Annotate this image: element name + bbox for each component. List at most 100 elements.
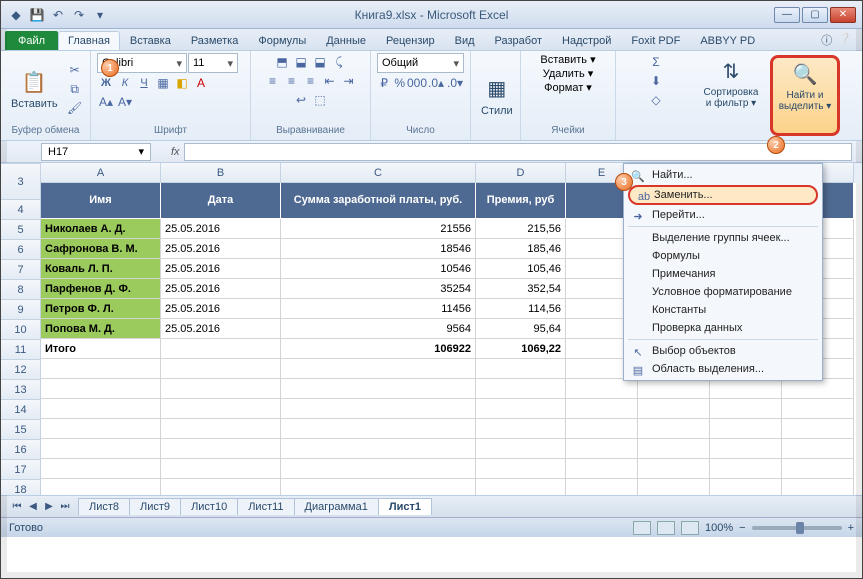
comma-icon[interactable]: 000: [408, 74, 426, 92]
cell[interactable]: [281, 419, 476, 439]
cell[interactable]: [281, 459, 476, 479]
cell[interactable]: 35254: [281, 279, 476, 299]
row-header[interactable]: 18: [1, 480, 41, 495]
cell[interactable]: [782, 439, 854, 459]
align-right-icon[interactable]: ≡: [302, 72, 320, 90]
name-box[interactable]: H17▾: [41, 143, 151, 161]
orientation-icon[interactable]: ⤹: [330, 53, 348, 71]
cell[interactable]: 10546: [281, 259, 476, 279]
view-break-button[interactable]: [681, 521, 699, 535]
cell[interactable]: 114,56: [476, 299, 566, 319]
sheet-nav-button[interactable]: ⏭: [57, 499, 73, 515]
cell[interactable]: [161, 379, 281, 399]
cell[interactable]: [638, 419, 710, 439]
tab-home[interactable]: Главная: [58, 31, 120, 50]
font-color-icon[interactable]: A: [192, 74, 210, 92]
cells-format-button[interactable]: Формат ▾: [544, 81, 592, 94]
zoom-in-button[interactable]: +: [848, 522, 854, 534]
format-painter-icon[interactable]: 🖌: [66, 99, 84, 117]
cell[interactable]: [710, 419, 782, 439]
sheet-nav-button[interactable]: ◀: [25, 499, 41, 515]
col-header-D[interactable]: D: [476, 163, 566, 183]
redo-icon[interactable]: ↷: [70, 6, 88, 24]
cell[interactable]: Сафронова В. М.: [41, 239, 161, 259]
indent-inc-icon[interactable]: ⇥: [340, 72, 358, 90]
row-header[interactable]: 12: [1, 360, 41, 380]
cell[interactable]: [161, 359, 281, 379]
fill-icon[interactable]: ⬇: [647, 72, 665, 90]
zoom-slider[interactable]: [752, 526, 842, 530]
cell[interactable]: Итого: [41, 339, 161, 359]
cell[interactable]: Попова М. Д.: [41, 319, 161, 339]
zoom-out-button[interactable]: −: [739, 522, 745, 534]
cell[interactable]: [566, 399, 638, 419]
percent-icon[interactable]: %: [393, 74, 408, 92]
cut-icon[interactable]: ✂: [66, 61, 84, 79]
indent-dec-icon[interactable]: ⇤: [321, 72, 339, 90]
menu-comments[interactable]: Примечания: [624, 265, 822, 283]
cell[interactable]: Имя: [41, 183, 161, 219]
sheet-nav-button[interactable]: ▶: [41, 499, 57, 515]
cell[interactable]: [161, 419, 281, 439]
cell[interactable]: [638, 479, 710, 495]
tab-data[interactable]: Данные: [316, 31, 376, 50]
cell[interactable]: [41, 359, 161, 379]
cell[interactable]: Петров Ф. Л.: [41, 299, 161, 319]
row-header[interactable]: 7: [1, 260, 41, 280]
cell[interactable]: Николаев А. Д.: [41, 219, 161, 239]
tab-review[interactable]: Рецензир: [376, 31, 445, 50]
row-header[interactable]: 8: [1, 280, 41, 300]
cell[interactable]: 25.05.2016: [161, 219, 281, 239]
cell[interactable]: 352,54: [476, 279, 566, 299]
align-top-icon[interactable]: ⬒: [273, 53, 291, 71]
menu-constants[interactable]: Константы: [624, 301, 822, 319]
cell[interactable]: [638, 379, 710, 399]
tab-foxit[interactable]: Foxit PDF: [621, 31, 690, 50]
inc-decimal-icon[interactable]: .0▴: [427, 74, 445, 92]
tab-file[interactable]: Файл: [5, 31, 58, 50]
row-header[interactable]: 16: [1, 440, 41, 460]
menu-selection-pane[interactable]: ▤Область выделения...: [624, 360, 822, 378]
cell[interactable]: [476, 359, 566, 379]
cell[interactable]: [41, 439, 161, 459]
tab-insert[interactable]: Вставка: [120, 31, 181, 50]
cell[interactable]: [566, 439, 638, 459]
menu-validation[interactable]: Проверка данных: [624, 319, 822, 337]
col-header-C[interactable]: C: [281, 163, 476, 183]
cell[interactable]: 25.05.2016: [161, 259, 281, 279]
cell[interactable]: Парфенов Д. Ф.: [41, 279, 161, 299]
view-layout-button[interactable]: [657, 521, 675, 535]
cell[interactable]: 105,46: [476, 259, 566, 279]
row-header[interactable]: 10: [1, 320, 41, 340]
align-middle-icon[interactable]: ⬓: [292, 53, 310, 71]
cell[interactable]: Коваль Л. П.: [41, 259, 161, 279]
save-icon[interactable]: 💾: [28, 6, 46, 24]
cells-insert-button[interactable]: Вставить ▾: [540, 53, 595, 66]
cell[interactable]: [281, 379, 476, 399]
cell[interactable]: 25.05.2016: [161, 299, 281, 319]
row-header[interactable]: 11: [1, 340, 41, 360]
cell[interactable]: [41, 419, 161, 439]
underline-icon[interactable]: Ч: [135, 74, 153, 92]
cell[interactable]: [782, 419, 854, 439]
dec-decimal-icon[interactable]: .0▾: [446, 74, 464, 92]
cell[interactable]: [161, 459, 281, 479]
menu-goto[interactable]: ➜Перейти...: [624, 206, 822, 224]
tab-formulas[interactable]: Формулы: [248, 31, 316, 50]
menu-formulas[interactable]: Формулы: [624, 247, 822, 265]
cell[interactable]: 25.05.2016: [161, 239, 281, 259]
cell[interactable]: [710, 399, 782, 419]
cell[interactable]: [782, 379, 854, 399]
wrap-text-icon[interactable]: ↩: [292, 91, 310, 109]
row-header[interactable]: 13: [1, 380, 41, 400]
tab-abbyy[interactable]: ABBYY PD: [690, 31, 765, 50]
align-center-icon[interactable]: ≡: [283, 72, 301, 90]
cell[interactable]: [161, 479, 281, 495]
cell[interactable]: [161, 339, 281, 359]
cell[interactable]: [782, 479, 854, 495]
shrink-font-icon[interactable]: A▾: [116, 93, 134, 111]
cell[interactable]: 185,46: [476, 239, 566, 259]
autosum-icon[interactable]: Σ: [647, 53, 665, 71]
sheet-tab[interactable]: Лист10: [180, 498, 238, 515]
sheet-tab[interactable]: Диаграмма1: [294, 498, 379, 515]
